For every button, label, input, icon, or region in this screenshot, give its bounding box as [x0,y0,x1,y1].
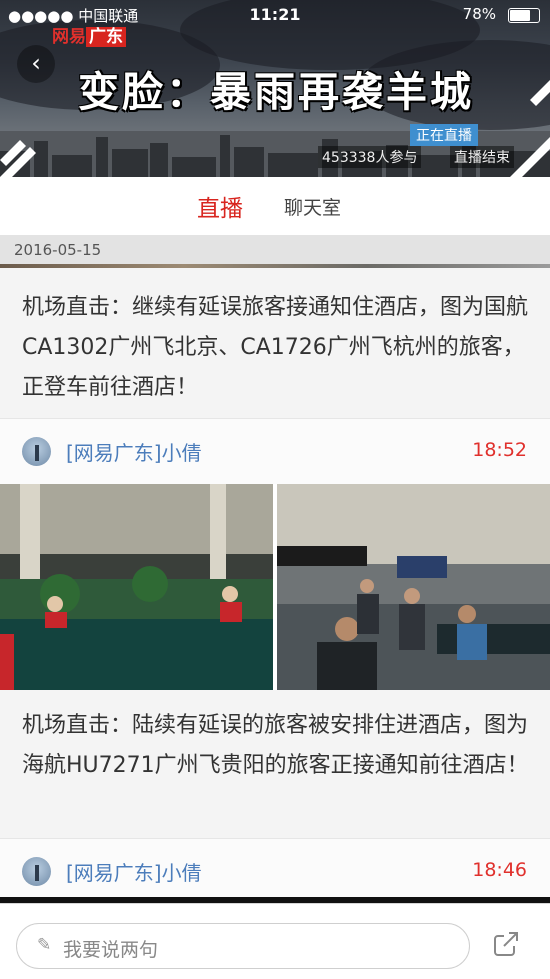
pen-icon: ✎ [37,935,52,955]
avatar[interactable] [22,857,51,886]
live-ended-label: 直播结束 [450,146,514,168]
participant-count: 453338人参与 [318,146,422,168]
live-header-banner: ●●●●● 中国联通 11:21 78% 网易 广东 ‹ 变脸：暴雨再袭羊城 正在… [0,0,550,177]
post-meta: [网易广东]小倩 18:52 [0,418,550,485]
post-text: 机场直击：陆续有延误的旅客被安排住进酒店，图为海航HU7271广州飞贵阳的旅客正… [22,713,529,778]
battery-icon [508,8,540,23]
share-icon[interactable] [492,930,520,958]
author-name[interactable]: [网易广东]小倩 [66,857,202,886]
comment-placeholder: 我要说两句 [63,939,159,961]
post-photos [0,484,550,690]
tab-bar: 直播 聊天室 [0,177,550,236]
post-meta: [网易广东]小倩 18:46 [0,838,550,898]
photo-airport-counter[interactable] [0,484,273,690]
logo-prefix: 网易 [52,27,86,47]
tab-live[interactable]: 直播 [197,189,243,223]
back-button[interactable]: ‹ [17,45,55,83]
live-title: 变脸：暴雨再袭羊城 [78,68,474,116]
post-text: 机场直击：继续有延误旅客接通知住酒店，图为国航CA1302广州飞北京、CA172… [22,295,529,400]
avatar[interactable] [22,437,51,466]
date-divider: 2016-05-15 [0,236,550,268]
live-post: 机场直击：陆续有延误的旅客被安排住进酒店，图为海航HU7271广州飞贵阳的旅客正… [0,690,550,838]
comment-bar: ✎ 我要说两句 [0,903,550,979]
logo-box: 广东 [86,27,126,47]
post-time: 18:52 [472,439,527,461]
photo-airport-waiting-hall[interactable] [277,484,550,690]
post-time: 18:46 [472,859,527,881]
tab-chatroom[interactable]: 聊天室 [284,193,341,220]
author-name[interactable]: [网易广东]小倩 [66,437,202,466]
netease-guangdong-logo: 网易 广东 [52,22,126,47]
live-post: 机场直击：继续有延误旅客接通知住酒店，图为国航CA1302广州飞北京、CA172… [0,268,550,418]
live-status-badge: 正在直播 [410,124,478,146]
post-date: 2016-05-15 [14,241,102,259]
back-chevron-icon: ‹ [31,49,41,77]
battery-percent: 78% [462,5,496,23]
comment-input[interactable]: ✎ 我要说两句 [16,923,470,969]
